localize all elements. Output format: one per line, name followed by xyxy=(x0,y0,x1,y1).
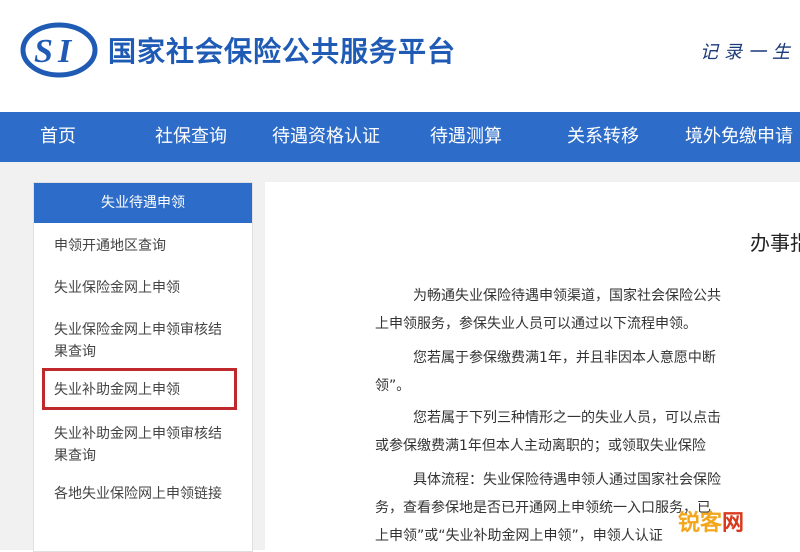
svg-text:S: S xyxy=(34,33,53,70)
guide-text-line: 务，查看参保地是否已开通网上申领统一入口服务，已 xyxy=(375,500,711,516)
nav-item-relationship-transfer[interactable]: 关系转移 xyxy=(567,112,639,162)
nav-item-benefit-calculation[interactable]: 待遇测算 xyxy=(430,112,502,162)
guide-text-line: 为畅通失业保险待遇申领渠道，国家社会保险公共 xyxy=(413,288,721,304)
sidebar-item-subsidy-review-query[interactable]: 失业补助金网上申领审核结果查询 xyxy=(54,423,224,467)
sidebar-item-subsidy-apply[interactable]: 失业补助金网上申领 xyxy=(54,379,244,401)
guide-text-line: 您若属于下列三种情形之一的失业人员，可以点击 xyxy=(413,410,721,426)
sidebar-item-insurance-review-query[interactable]: 失业保险金网上申领审核结果查询 xyxy=(54,319,224,363)
watermark-text: 锐客 xyxy=(678,511,723,536)
guide-text-line: 领”。 xyxy=(375,378,411,394)
site-header: S I 国家社会保险公共服务平台 记录一生 xyxy=(0,0,800,110)
svg-text:I: I xyxy=(57,33,73,70)
nav-item-eligibility-certification[interactable]: 待遇资格认证 xyxy=(272,112,380,162)
guide-text-line: 您若属于参保缴费满1年，并且非因本人意愿中断 xyxy=(413,350,716,366)
nav-item-home[interactable]: 首页 xyxy=(40,112,76,162)
guide-text-line: 具体流程：失业保险待遇申领人通过国家社会保险 xyxy=(413,472,721,488)
nav-item-overseas-exemption[interactable]: 境外免缴申请 xyxy=(685,112,793,162)
site-title: 国家社会保险公共服务平台 xyxy=(108,35,457,68)
si-logo-icon[interactable]: S I xyxy=(20,22,98,78)
sidebar: 失业待遇申领 申领开通地区查询 失业保险金网上申领 失业保险金网上申领审核结果查… xyxy=(33,182,253,552)
site-slogan: 记录一生 xyxy=(700,42,796,63)
sidebar-header[interactable]: 失业待遇申领 xyxy=(34,183,252,223)
sidebar-item-area-query[interactable]: 申领开通地区查询 xyxy=(54,235,244,257)
guide-text-line: 上申领”或“失业补助金网上申领”，申领人认证 xyxy=(375,528,663,544)
watermark-text: 网 xyxy=(722,511,745,536)
guide-text-line: 上申领服务，参保失业人员可以通过以下流程申领。 xyxy=(375,316,697,332)
main-nav: 首页 社保查询 待遇资格认证 待遇测算 关系转移 境外免缴申请 xyxy=(0,112,800,162)
page-title: 办事指南 xyxy=(750,231,800,255)
sidebar-item-unemployment-insurance-apply[interactable]: 失业保险金网上申领 xyxy=(54,277,244,299)
guide-text-line: 或参保缴费满1年但本人主动离职的；或领取失业保险 xyxy=(375,438,706,454)
sidebar-item-regional-links[interactable]: 各地失业保险网上申领链接 xyxy=(54,483,224,505)
main-content: 办事指南 为畅通失业保险待遇申领渠道，国家社会保险公共 上申领服务，参保失业人员… xyxy=(265,182,800,550)
nav-item-social-security-query[interactable]: 社保查询 xyxy=(155,112,227,162)
watermark-logo: 锐客网 xyxy=(678,505,744,537)
